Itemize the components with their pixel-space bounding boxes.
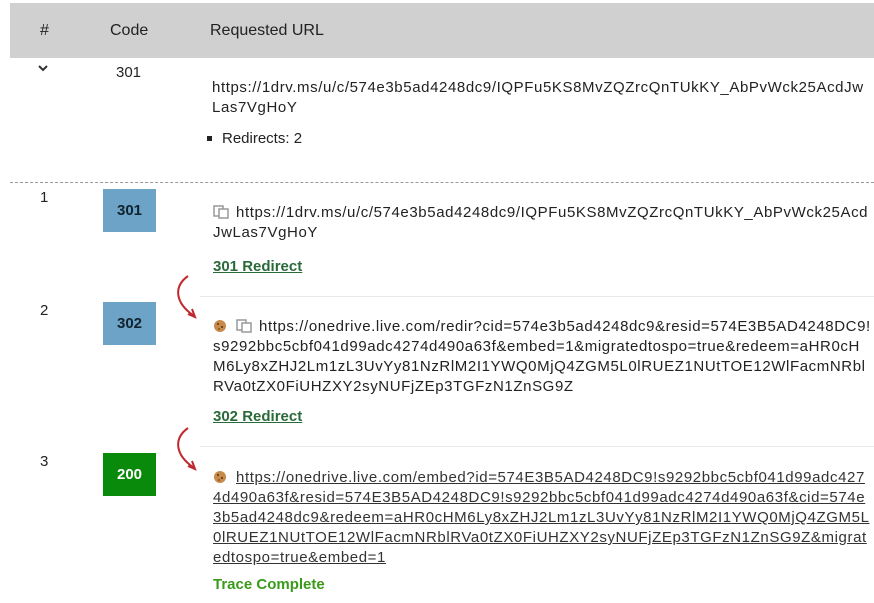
row-number: 3 <box>40 453 49 470</box>
table-header: # Code Requested URL <box>10 3 874 58</box>
header-code: Code <box>110 22 149 39</box>
hop-url-text: https://onedrive.live.com/redir?cid=574e… <box>213 318 871 395</box>
redirect-status-link[interactable]: 302 Redirect <box>213 408 302 425</box>
header-number: # <box>40 22 49 39</box>
row-divider <box>200 296 874 297</box>
header-requested-url: Requested URL <box>210 22 324 39</box>
curved-arrow-icon <box>177 427 197 471</box>
status-code-badge: 200 <box>103 453 156 496</box>
trace-complete-label: Trace Complete <box>213 576 325 593</box>
hop-url: https://onedrive.live.com/embed?id=574E3… <box>213 468 871 568</box>
cookie-icon <box>214 471 226 483</box>
hop-url-text: https://1drv.ms/u/c/574e3b5ad4248dc9/IQP… <box>213 204 869 241</box>
status-code-badge: 302 <box>103 302 156 345</box>
final-url-link[interactable]: https://onedrive.live.com/embed?id=574E3… <box>213 469 870 566</box>
status-code-badge: 301 <box>103 189 156 232</box>
cookie-icon <box>214 320 226 332</box>
redirect-status-link[interactable]: 301 Redirect <box>213 258 302 275</box>
chevron-down-icon[interactable] <box>37 60 49 76</box>
summary-divider <box>10 182 874 183</box>
row-number: 1 <box>40 189 49 206</box>
summary-url: https://1drv.ms/u/c/574e3b5ad4248dc9/IQP… <box>212 79 864 116</box>
redirect-count-label: Redirects: 2 <box>222 130 303 147</box>
copy-icon[interactable] <box>213 205 230 219</box>
curved-arrow-icon <box>177 275 197 319</box>
bullet <box>207 135 212 141</box>
redirect-count: Redirects: 2 <box>207 130 302 147</box>
copy-icon[interactable] <box>236 319 253 333</box>
row-divider <box>200 446 874 447</box>
hop-url: https://onedrive.live.com/redir?cid=574e… <box>213 317 871 397</box>
row-number: 2 <box>40 302 49 319</box>
hop-url: https://1drv.ms/u/c/574e3b5ad4248dc9/IQP… <box>213 203 871 243</box>
summary-code: 301 <box>116 64 142 81</box>
